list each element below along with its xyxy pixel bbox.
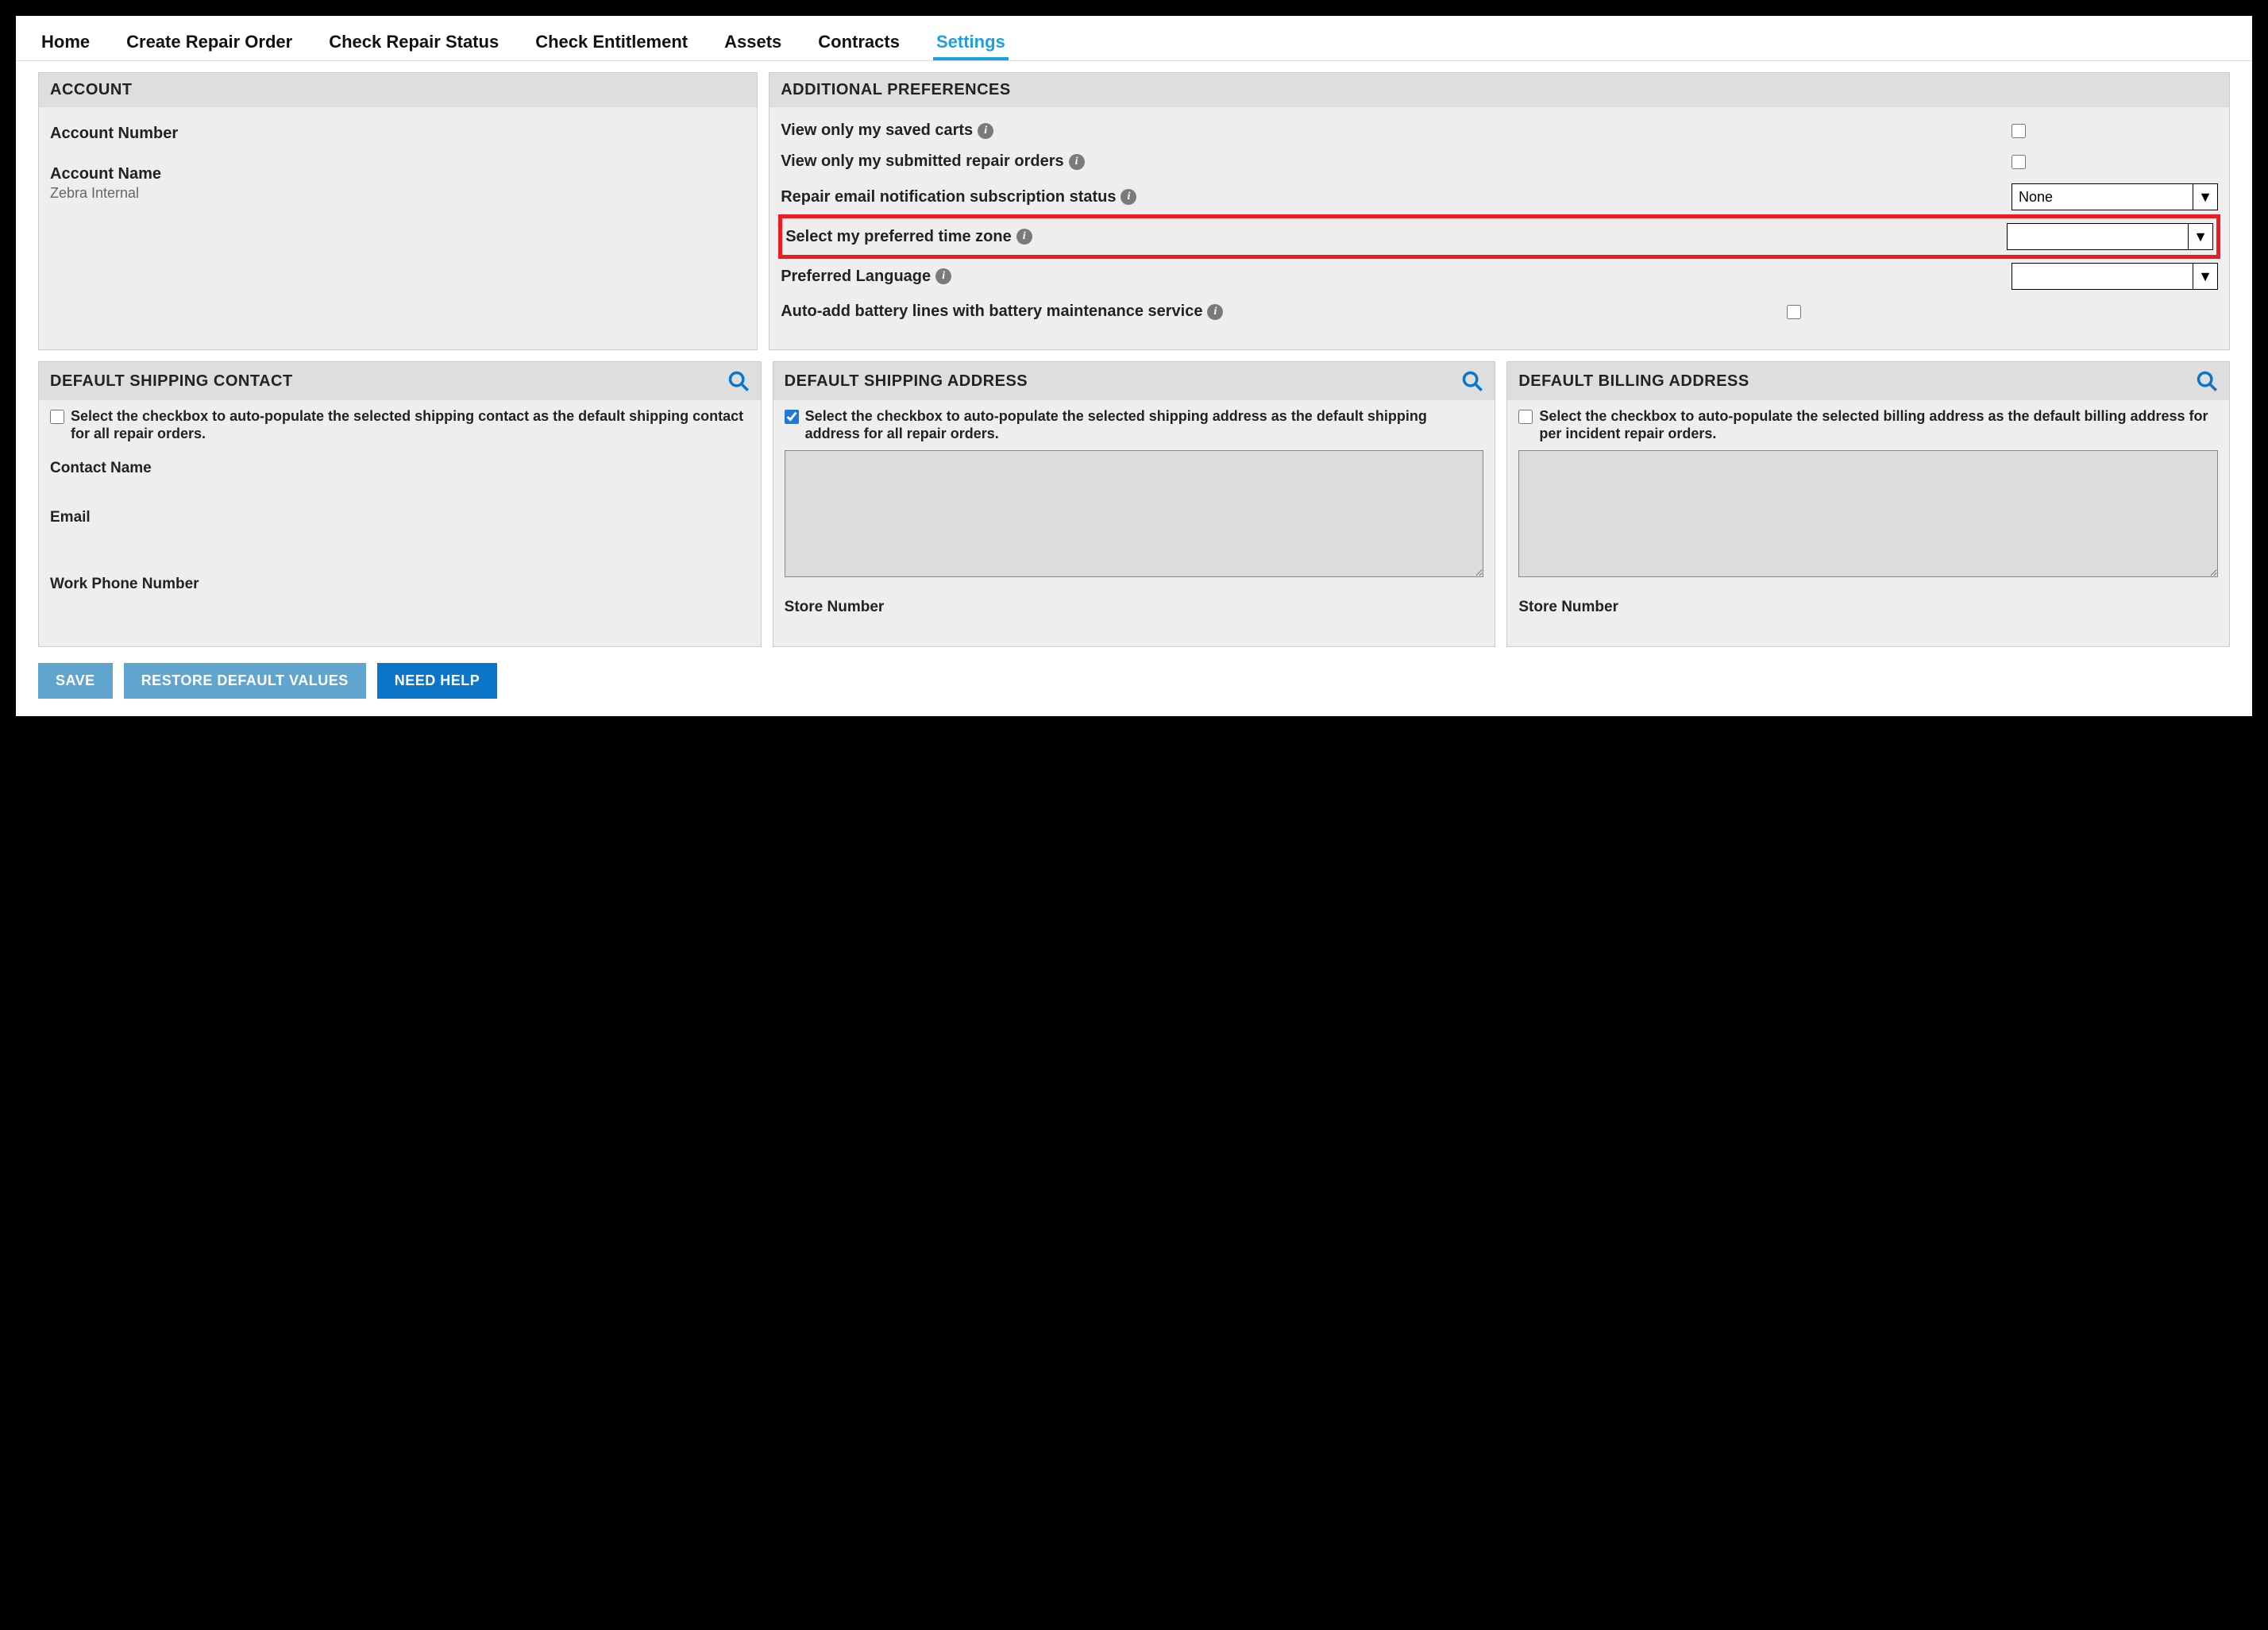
billing-address-auto-text: Select the checkbox to auto-populate the… <box>1539 408 2218 442</box>
work-phone-label: Work Phone Number <box>50 576 750 593</box>
billing-address-title: DEFAULT BILLING ADDRESS <box>1518 372 1749 391</box>
pref-repair-email-label: Repair email notification subscription s… <box>781 188 1116 206</box>
shipping-contact-auto-text: Select the checkbox to auto-populate the… <box>71 408 750 442</box>
tab-home[interactable]: Home <box>38 27 93 60</box>
billing-address-textarea[interactable] <box>1518 450 2218 577</box>
account-header: ACCOUNT <box>39 73 757 107</box>
shipping-contact-panel: DEFAULT SHIPPING CONTACT Select the chec… <box>38 361 762 647</box>
tab-check-entitlement[interactable]: Check Entitlement <box>532 27 691 60</box>
chevron-down-icon: ▼ <box>2198 189 2212 206</box>
pref-timezone-label: Select my preferred time zone <box>785 228 1012 246</box>
contact-name-label: Contact Name <box>50 460 750 477</box>
need-help-button[interactable]: NEED HELP <box>377 663 498 699</box>
shipping-contact-title: DEFAULT SHIPPING CONTACT <box>50 372 293 391</box>
tab-settings[interactable]: Settings <box>933 27 1009 60</box>
info-icon[interactable]: i <box>978 123 993 139</box>
pref-submitted-label: View only my submitted repair orders <box>781 152 1063 171</box>
billing-store-number-label: Store Number <box>1518 599 2218 616</box>
search-icon[interactable] <box>2196 370 2218 392</box>
shipping-address-textarea[interactable] <box>785 450 1484 577</box>
pref-submitted-checkbox[interactable] <box>2011 155 2026 169</box>
billing-address-panel: DEFAULT BILLING ADDRESS Select the check… <box>1506 361 2230 647</box>
top-nav: Home Create Repair Order Check Repair St… <box>16 24 2252 61</box>
shipping-address-panel: DEFAULT SHIPPING ADDRESS Select the chec… <box>773 361 1496 647</box>
pref-saved-carts-checkbox[interactable] <box>2011 124 2026 138</box>
account-name-label: Account Name <box>50 165 746 183</box>
save-button[interactable]: SAVE <box>38 663 113 699</box>
tab-check-repair-status[interactable]: Check Repair Status <box>326 27 502 60</box>
email-label: Email <box>50 509 750 526</box>
pref-repair-email-select[interactable]: None ▼ <box>2011 183 2218 210</box>
tab-contracts[interactable]: Contracts <box>815 27 903 60</box>
restore-defaults-button[interactable]: RESTORE DEFAULT VALUES <box>124 663 366 699</box>
info-icon[interactable]: i <box>1207 304 1223 320</box>
tab-create-repair-order[interactable]: Create Repair Order <box>123 27 295 60</box>
pref-repair-email-value: None <box>2019 189 2053 206</box>
account-name-value: Zebra Internal <box>50 185 746 202</box>
tab-assets[interactable]: Assets <box>721 27 785 60</box>
info-icon[interactable]: i <box>935 268 951 284</box>
pref-saved-carts-label: View only my saved carts <box>781 121 973 140</box>
shipping-address-auto-text: Select the checkbox to auto-populate the… <box>805 408 1484 442</box>
pref-language-select[interactable]: ▼ <box>2011 263 2218 290</box>
account-number-label: Account Number <box>50 125 746 143</box>
account-panel: ACCOUNT Account Number Account Name Zebr… <box>38 72 758 350</box>
chevron-down-icon: ▼ <box>2198 268 2212 285</box>
pref-language-label: Preferred Language <box>781 268 931 286</box>
chevron-down-icon: ▼ <box>2193 229 2208 245</box>
preferences-header: ADDITIONAL PREFERENCES <box>770 73 2229 107</box>
pref-battery-label: Auto-add battery lines with battery main… <box>781 302 1202 321</box>
pref-battery-checkbox[interactable] <box>1787 305 1801 319</box>
shipping-store-number-label: Store Number <box>785 599 1484 616</box>
billing-address-auto-checkbox[interactable] <box>1518 410 1533 424</box>
preferences-panel: ADDITIONAL PREFERENCES View only my save… <box>769 72 2230 350</box>
info-icon[interactable]: i <box>1069 154 1085 170</box>
shipping-address-title: DEFAULT SHIPPING ADDRESS <box>785 372 1028 391</box>
shipping-contact-auto-checkbox[interactable] <box>50 410 64 424</box>
search-icon[interactable] <box>727 370 750 392</box>
search-icon[interactable] <box>1461 370 1483 392</box>
shipping-address-auto-checkbox[interactable] <box>785 410 799 424</box>
pref-timezone-row-highlighted: Select my preferred time zone i ▼ <box>781 217 2218 256</box>
info-icon[interactable]: i <box>1120 189 1136 205</box>
pref-timezone-select[interactable]: ▼ <box>2007 223 2213 250</box>
info-icon[interactable]: i <box>1016 229 1032 245</box>
